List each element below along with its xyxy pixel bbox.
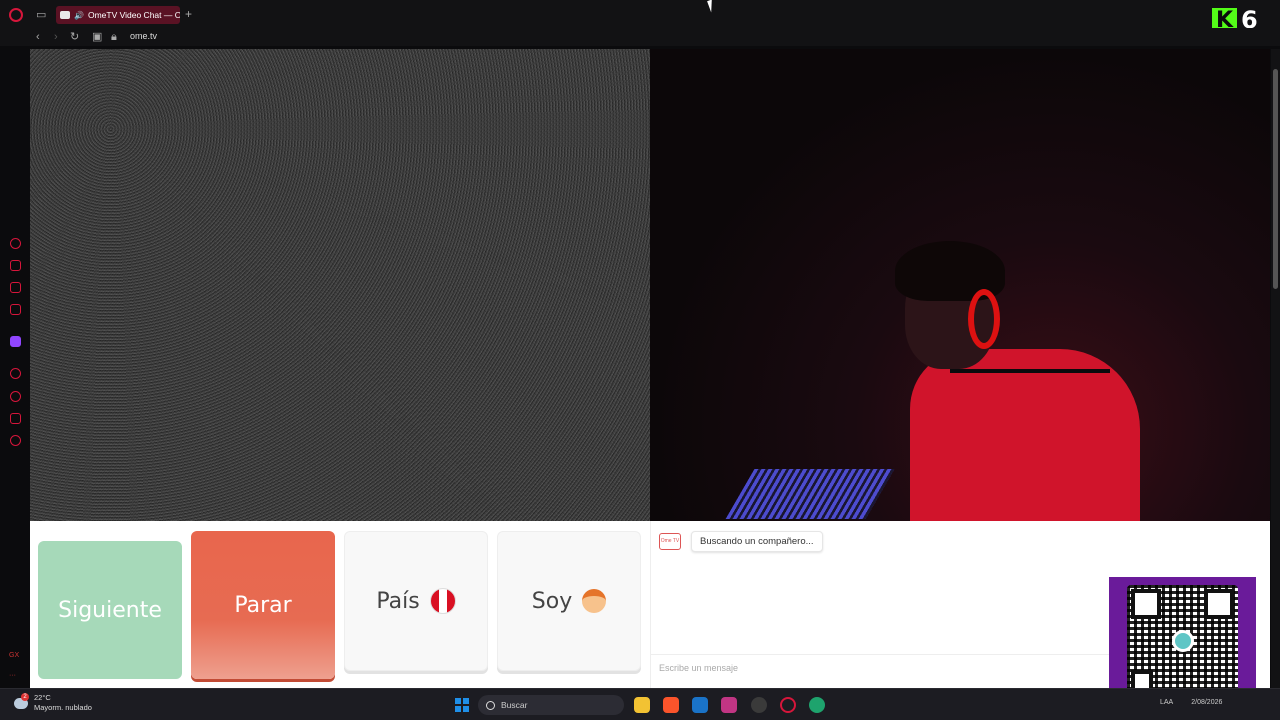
country-button-label: País bbox=[376, 588, 420, 614]
sidebar-extensions-icon[interactable] bbox=[10, 413, 21, 424]
gender-button-label: Soy bbox=[531, 588, 573, 614]
sidebar-aria-icon[interactable] bbox=[10, 238, 21, 249]
reload-icon[interactable]: ↻ bbox=[70, 30, 79, 44]
taskbar-search[interactable]: Buscar bbox=[478, 695, 624, 715]
yape-logo-icon bbox=[1171, 629, 1194, 652]
cloud-icon: 2 bbox=[14, 692, 29, 709]
search-icon bbox=[486, 700, 495, 710]
outlook-icon[interactable] bbox=[692, 697, 708, 713]
rgb-keyboard bbox=[725, 469, 895, 519]
obs-icon[interactable] bbox=[751, 697, 767, 713]
workspaces-icon[interactable]: ▭ bbox=[36, 8, 46, 22]
sidebar-news-icon[interactable] bbox=[10, 304, 21, 315]
sidebar-store-icon[interactable] bbox=[10, 260, 21, 271]
qr-code-icon bbox=[1127, 585, 1238, 696]
instagram-icon[interactable] bbox=[721, 697, 737, 713]
windows-start-icon[interactable] bbox=[455, 698, 469, 712]
status-message: Buscando un compañero... bbox=[691, 531, 823, 552]
taskbar-search-label: Buscar bbox=[501, 700, 528, 710]
ometv-favicon-icon bbox=[60, 11, 70, 19]
tab-ometv[interactable]: 🔊 OmeTV Video Chat — O bbox=[56, 6, 180, 24]
weather-widget[interactable]: 2 22°C Mayorm. nublado bbox=[14, 692, 92, 713]
browser-tab-bar: ▭ 🔊 OmeTV Video Chat — O + K 6 bbox=[0, 0, 1280, 34]
stop-button-label: Parar bbox=[234, 592, 292, 618]
brave-browser-icon[interactable] bbox=[663, 697, 679, 713]
next-button-label: Siguiente bbox=[58, 597, 162, 623]
next-button[interactable]: Siguiente bbox=[38, 541, 182, 679]
person-shirt bbox=[910, 349, 1140, 521]
partner-video-static bbox=[30, 49, 650, 521]
country-button[interactable]: País bbox=[344, 531, 488, 671]
camera-icon[interactable]: ▣ bbox=[92, 30, 102, 44]
page-scrollbar[interactable] bbox=[1271, 49, 1280, 688]
sidebar-player-icon[interactable] bbox=[10, 368, 21, 379]
speaker-icon[interactable]: 🔊 bbox=[74, 11, 84, 20]
gender-button[interactable]: Soy bbox=[497, 531, 641, 671]
address-bar: ‹ › ↻ ▣ 🔒︎ ome.tv ⚲ ▯ ⛉ 文 ▷ ♡ ⤓ AI ☰ bbox=[0, 28, 1280, 70]
opera-logo-icon[interactable] bbox=[9, 8, 23, 22]
windows-taskbar: 2 22°C Mayorm. nublado Buscar LAA 2/08/2… bbox=[0, 688, 1280, 720]
url-text[interactable]: ome.tv bbox=[130, 31, 157, 41]
sidebar-gx-label[interactable]: GX bbox=[9, 652, 19, 659]
sidebar-history-icon[interactable] bbox=[10, 391, 21, 402]
weather-badge: 2 bbox=[21, 692, 29, 701]
scrollbar-thumb[interactable] bbox=[1273, 69, 1278, 289]
forward-icon[interactable]: › bbox=[54, 30, 58, 44]
sidebar-gallery-icon[interactable] bbox=[10, 282, 21, 293]
message-input[interactable] bbox=[651, 654, 1111, 680]
self-camera-video bbox=[650, 49, 1270, 521]
browser-sidebar: GX ··· bbox=[0, 46, 30, 688]
sidebar-twitch-icon[interactable] bbox=[10, 336, 21, 347]
peru-flag-icon bbox=[429, 588, 456, 614]
lock-icon: 🔒︎ bbox=[111, 31, 117, 43]
system-tray: LAA 2/08/2026 bbox=[1160, 699, 1222, 706]
weather-desc: Mayorm. nublado bbox=[34, 703, 92, 712]
ometv-logo-icon: Ome TV bbox=[659, 533, 681, 550]
stop-button[interactable]: Parar bbox=[191, 531, 335, 679]
tray-date[interactable]: 2/08/2026 bbox=[1191, 699, 1222, 706]
edge-icon[interactable] bbox=[809, 697, 825, 713]
tray-language[interactable]: LAA bbox=[1160, 699, 1173, 706]
boy-emoji-icon bbox=[582, 589, 607, 613]
back-icon[interactable]: ‹ bbox=[36, 30, 40, 44]
weather-temp: 22°C bbox=[34, 693, 51, 702]
sidebar-settings-icon[interactable] bbox=[10, 435, 21, 446]
file-explorer-icon[interactable] bbox=[634, 697, 650, 713]
control-panel: Siguiente Parar País Soy Ome TV Buscando… bbox=[30, 521, 1270, 688]
sidebar-more-icon[interactable]: ··· bbox=[9, 672, 16, 679]
headphone-icon bbox=[968, 289, 1000, 349]
opera-gx-icon[interactable] bbox=[780, 697, 796, 713]
tab-title: OmeTV Video Chat — O bbox=[87, 10, 180, 20]
yape-qr-overlay bbox=[1109, 577, 1256, 704]
new-tab-button[interactable]: + bbox=[185, 7, 192, 21]
